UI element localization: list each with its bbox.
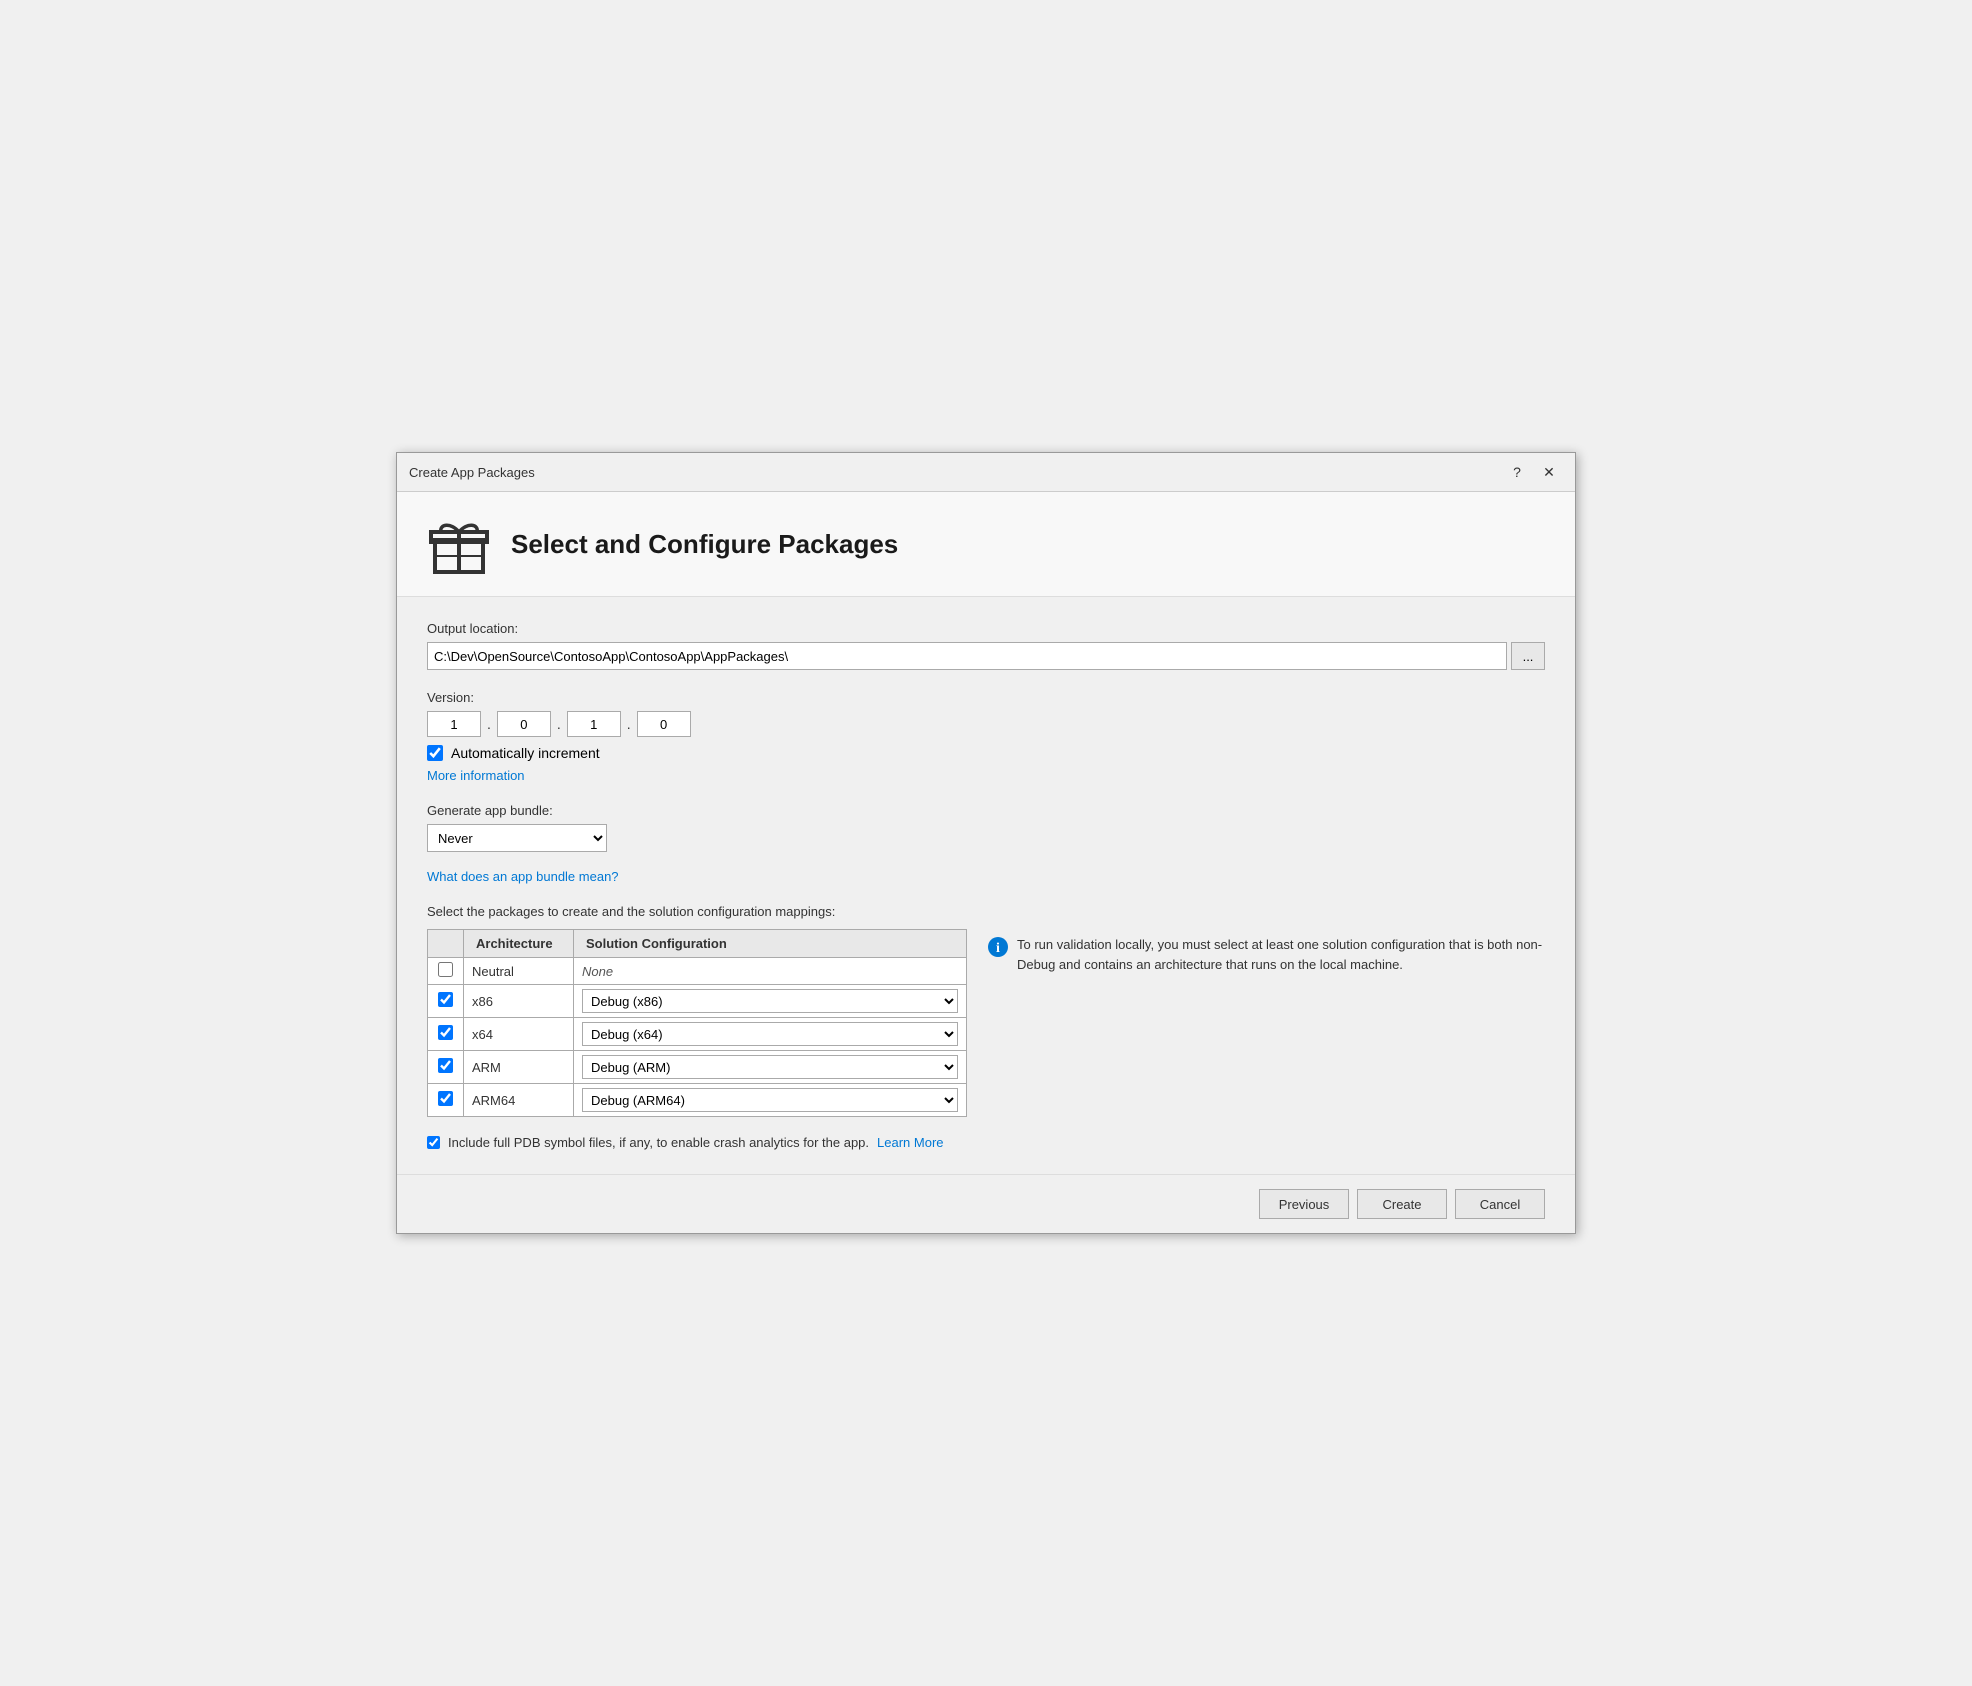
bundle-group: Generate app bundle: Never Always If nee… xyxy=(427,803,1545,884)
more-info-link[interactable]: More information xyxy=(427,768,525,783)
help-button[interactable]: ? xyxy=(1503,461,1531,483)
row-check-cell xyxy=(428,958,464,985)
row-check-cell xyxy=(428,1084,464,1117)
package-icon xyxy=(427,512,491,576)
config-select-arm[interactable]: Debug (ARM) Release (ARM) xyxy=(582,1055,958,1079)
row-checkbox-x86[interactable] xyxy=(438,992,453,1007)
row-check-cell xyxy=(428,985,464,1018)
auto-increment-row: Automatically increment xyxy=(427,745,1545,761)
pdb-row: Include full PDB symbol files, if any, t… xyxy=(427,1135,1545,1150)
row-arch-arm64: ARM64 xyxy=(464,1084,574,1117)
create-button[interactable]: Create xyxy=(1357,1189,1447,1219)
table-row: ARM Debug (ARM) Release (ARM) xyxy=(428,1051,967,1084)
bundle-label: Generate app bundle: xyxy=(427,803,1545,818)
table-row: x64 Debug (x64) Release (x64) xyxy=(428,1018,967,1051)
close-button[interactable]: ✕ xyxy=(1535,461,1563,483)
output-location-group: Output location: ... xyxy=(427,621,1545,670)
auto-increment-checkbox[interactable] xyxy=(427,745,443,761)
dialog: Create App Packages ? ✕ Select and Confi… xyxy=(396,452,1576,1234)
row-arch-x64: x64 xyxy=(464,1018,574,1051)
row-config-arm: Debug (ARM) Release (ARM) xyxy=(574,1051,967,1084)
header-title: Select and Configure Packages xyxy=(511,529,898,560)
header-area: Select and Configure Packages xyxy=(397,492,1575,597)
packages-section: Select the packages to create and the so… xyxy=(427,904,1545,1150)
table-row: ARM64 Debug (ARM64) Release (ARM64) xyxy=(428,1084,967,1117)
version-major[interactable] xyxy=(427,711,481,737)
bundle-select[interactable]: Never Always If needed xyxy=(427,824,607,852)
packages-label: Select the packages to create and the so… xyxy=(427,904,1545,919)
pdb-checkbox[interactable] xyxy=(427,1136,440,1149)
row-checkbox-arm[interactable] xyxy=(438,1058,453,1073)
table-header-row: Architecture Solution Configuration xyxy=(428,930,967,958)
info-text: To run validation locally, you must sele… xyxy=(1017,935,1545,974)
cancel-button[interactable]: Cancel xyxy=(1455,1189,1545,1219)
row-check-cell xyxy=(428,1051,464,1084)
row-config-neutral: None xyxy=(574,958,967,985)
output-row: ... xyxy=(427,642,1545,670)
row-checkbox-neutral[interactable] xyxy=(438,962,453,977)
output-location-label: Output location: xyxy=(427,621,1545,636)
title-bar-buttons: ? ✕ xyxy=(1503,461,1563,483)
bundle-info-link[interactable]: What does an app bundle mean? xyxy=(427,869,619,884)
pdb-label: Include full PDB symbol files, if any, t… xyxy=(448,1135,869,1150)
auto-increment-label: Automatically increment xyxy=(451,745,600,761)
output-location-input[interactable] xyxy=(427,642,1507,670)
info-panel: i To run validation locally, you must se… xyxy=(987,929,1545,974)
svg-text:i: i xyxy=(996,941,1000,956)
row-config-x86: Debug (x86) Release (x86) xyxy=(574,985,967,1018)
version-minor[interactable] xyxy=(497,711,551,737)
info-icon: i xyxy=(987,936,1009,958)
col-header-solution-config: Solution Configuration xyxy=(574,930,967,958)
version-build[interactable] xyxy=(637,711,691,737)
row-arch-arm: ARM xyxy=(464,1051,574,1084)
version-group: Version: . . . Automatically increment M… xyxy=(427,690,1545,783)
row-arch-neutral: Neutral xyxy=(464,958,574,985)
dialog-title: Create App Packages xyxy=(409,465,535,480)
packages-table-wrap: Architecture Solution Configuration Neut… xyxy=(427,929,967,1117)
config-select-x64[interactable]: Debug (x64) Release (x64) xyxy=(582,1022,958,1046)
row-arch-x86: x86 xyxy=(464,985,574,1018)
config-select-arm64[interactable]: Debug (ARM64) Release (ARM64) xyxy=(582,1088,958,1112)
row-checkbox-x64[interactable] xyxy=(438,1025,453,1040)
row-config-arm64: Debug (ARM64) Release (ARM64) xyxy=(574,1084,967,1117)
packages-table: Architecture Solution Configuration Neut… xyxy=(427,929,967,1117)
title-bar: Create App Packages ? ✕ xyxy=(397,453,1575,492)
table-row: x86 Debug (x86) Release (x86) xyxy=(428,985,967,1018)
col-header-check xyxy=(428,930,464,958)
version-row: . . . xyxy=(427,711,1545,737)
footer: Previous Create Cancel xyxy=(397,1174,1575,1233)
version-patch[interactable] xyxy=(567,711,621,737)
bundle-dropdown-row: Never Always If needed xyxy=(427,824,1545,852)
row-config-x64: Debug (x64) Release (x64) xyxy=(574,1018,967,1051)
packages-layout: Architecture Solution Configuration Neut… xyxy=(427,929,1545,1117)
col-header-architecture: Architecture xyxy=(464,930,574,958)
table-row: Neutral None xyxy=(428,958,967,985)
content-area: Output location: ... Version: . . . Auto… xyxy=(397,597,1575,1174)
version-label: Version: xyxy=(427,690,1545,705)
config-select-x86[interactable]: Debug (x86) Release (x86) xyxy=(582,989,958,1013)
row-check-cell xyxy=(428,1018,464,1051)
previous-button[interactable]: Previous xyxy=(1259,1189,1349,1219)
row-checkbox-arm64[interactable] xyxy=(438,1091,453,1106)
browse-button[interactable]: ... xyxy=(1511,642,1545,670)
learn-more-link[interactable]: Learn More xyxy=(877,1135,943,1150)
